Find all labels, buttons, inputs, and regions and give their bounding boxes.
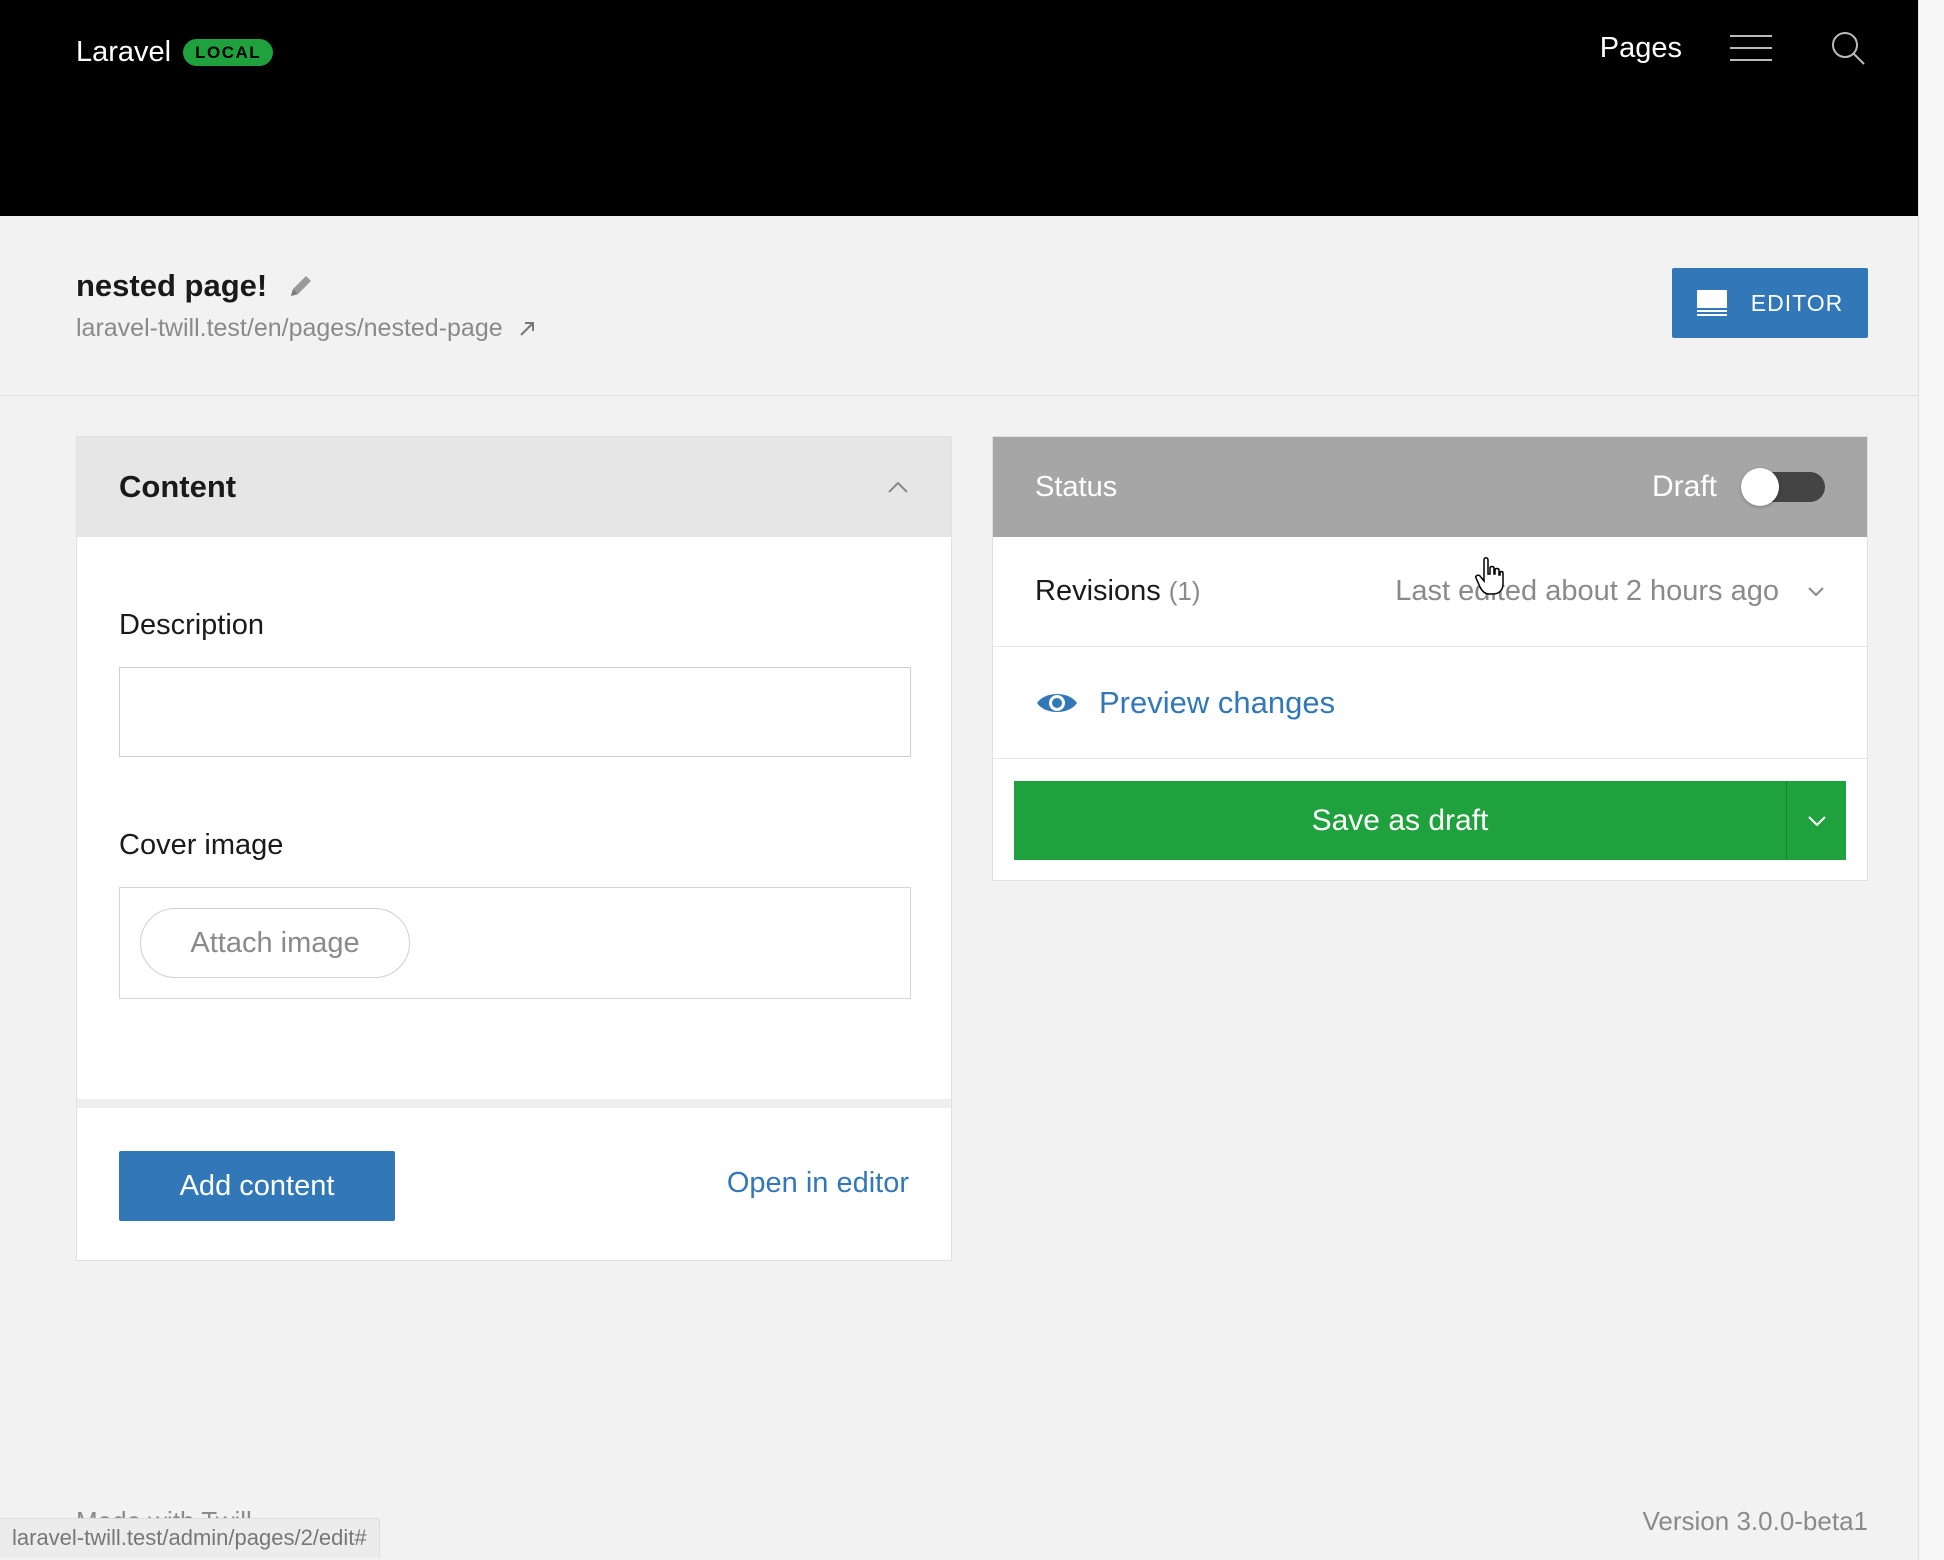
add-content-button[interactable]: Add content [119,1151,395,1221]
description-input[interactable] [119,667,911,757]
title-bar: nested page! laravel-twill.test/en/pages… [0,216,1918,396]
chevron-down-icon[interactable] [1807,586,1825,598]
revisions-label: Revisions [1035,575,1161,607]
revisions-label-group: Revisions (1) [1035,575,1201,608]
toggle-knob [1741,468,1779,506]
external-link-icon[interactable] [517,319,537,339]
top-navbar: Laravel LOCAL Pages [0,0,1918,216]
cover-image-field: Attach image [119,887,911,999]
chevron-up-icon[interactable] [887,480,909,494]
draft-label: Draft [1651,470,1717,503]
brand[interactable]: Laravel LOCAL [76,36,274,69]
description-label: Description [119,609,265,641]
revisions-row[interactable]: Revisions (1) Last edited about 2 hours a… [993,537,1867,647]
cover-image-label: Cover image [119,829,284,861]
env-badge: LOCAL [183,39,274,66]
search-icon[interactable] [1830,30,1866,66]
chevron-down-icon [1807,815,1826,826]
nav-right: Pages [1600,30,1866,66]
footer-version: Version 3.0.0-beta1 [1642,1506,1869,1536]
save-button-group: Save as draft [1014,781,1846,860]
editor-layout-icon [1696,290,1727,316]
preview-changes-link[interactable]: Preview changes [1099,685,1335,721]
status-title: Status [1035,470,1118,503]
status-panel-header: Status Draft [993,437,1867,537]
page-title-row: nested page! [76,268,315,304]
brand-name[interactable]: Laravel [76,36,171,69]
pencil-icon[interactable] [287,272,315,300]
publish-toggle[interactable] [1741,468,1825,506]
status-panel: Status Draft Revisions (1) Last edited ab… [992,436,1868,881]
publish-toggle-group: Draft [1651,468,1825,506]
content-panel-header[interactable]: Content [77,437,951,537]
page-title: nested page! [76,268,268,303]
divider [77,1099,951,1108]
content-panel: Content Description Cover image Attach i… [76,436,952,1261]
browser-status-url: laravel-twill.test/admin/pages/2/edit# [0,1518,380,1558]
editor-button-label: EDITOR [1750,289,1844,316]
attach-image-button[interactable]: Attach image [140,908,410,978]
permalink-link[interactable]: laravel-twill.test/en/pages/nested-page [76,314,503,343]
save-options-button[interactable] [1786,781,1846,860]
hamburger-menu-icon[interactable] [1730,33,1772,63]
revisions-meta: Last edited about 2 hours ago [1395,575,1825,608]
preview-changes-row[interactable]: Preview changes [993,647,1867,759]
revisions-count: (1) [1168,576,1201,606]
nav-pages-link[interactable]: Pages [1600,32,1682,65]
permalink-row: laravel-twill.test/en/pages/nested-page [76,314,537,343]
open-in-editor-link[interactable]: Open in editor [727,1167,909,1200]
eye-icon [1037,693,1077,712]
scrollbar[interactable] [1918,0,1944,1560]
editor-button[interactable]: EDITOR [1672,268,1868,338]
last-edited-text: Last edited about 2 hours ago [1395,575,1779,607]
save-as-draft-button[interactable]: Save as draft [1014,781,1786,860]
content-panel-title: Content [119,469,237,504]
